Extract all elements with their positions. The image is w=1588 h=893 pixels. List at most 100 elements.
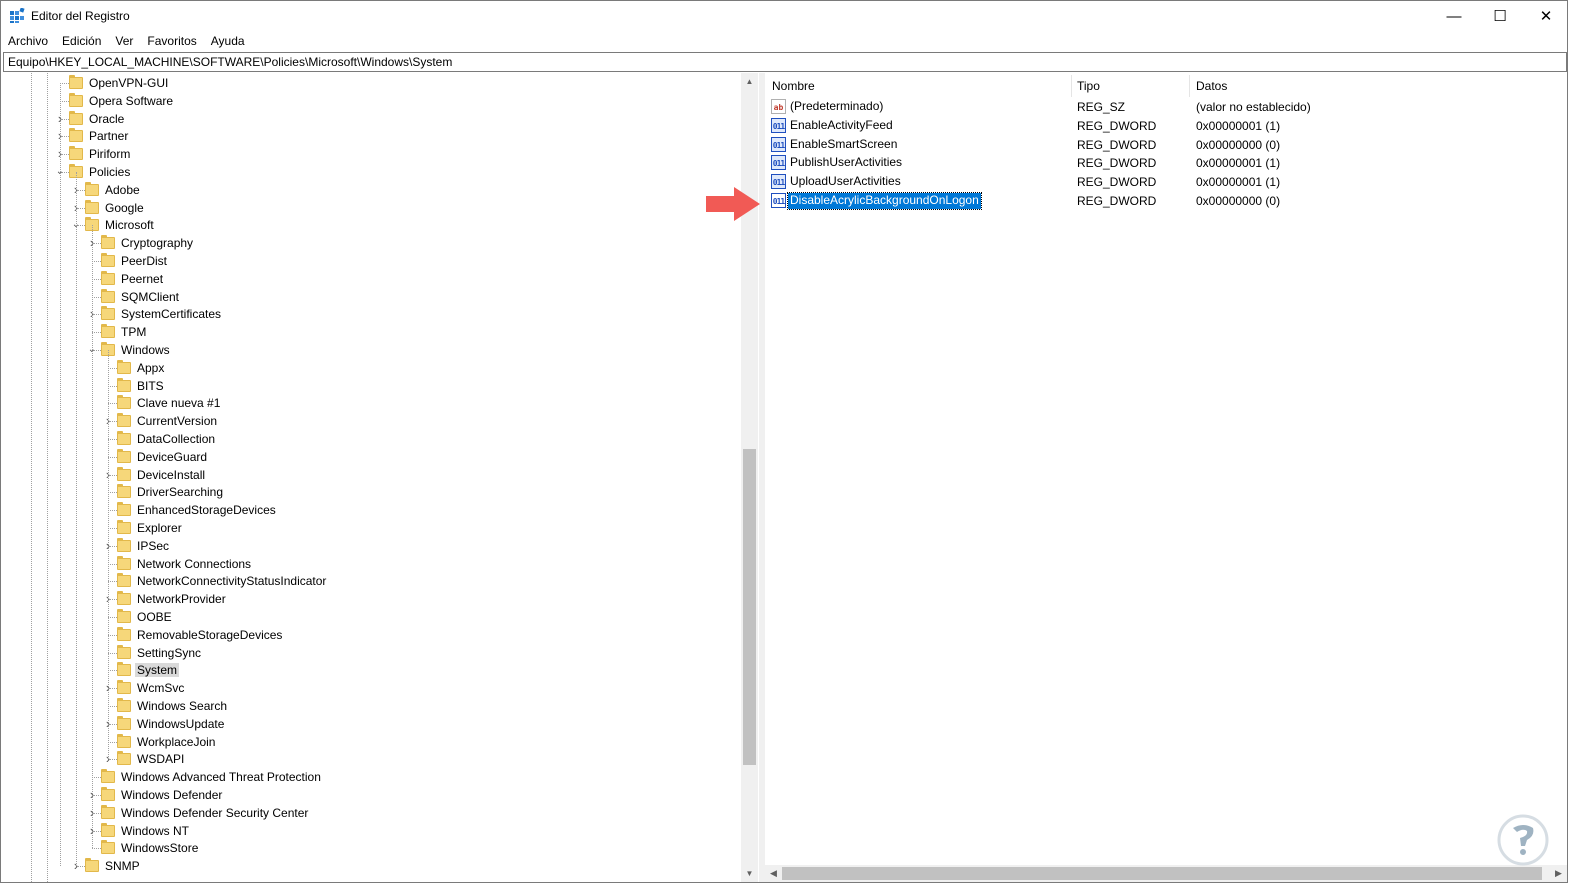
folder-icon <box>117 609 131 623</box>
tree-item[interactable]: Opera Software <box>69 92 175 110</box>
value-name: PublishUserActivities <box>790 155 903 170</box>
scroll-up-icon[interactable]: ▲ <box>741 73 758 90</box>
tree-guide-line <box>108 706 117 707</box>
tree-item-label: Appx <box>137 360 165 375</box>
tree-item[interactable]: Peernet <box>101 270 165 288</box>
tree-item[interactable]: NetworkConnectivityStatusIndicator <box>117 572 328 590</box>
tree-item[interactable]: DeviceInstall <box>117 466 207 484</box>
folder-icon <box>117 431 131 445</box>
tree-item[interactable]: Microsoft <box>85 216 156 234</box>
tree-item[interactable]: Network Connections <box>117 555 253 573</box>
folder-icon <box>117 733 131 748</box>
address-bar[interactable]: Equipo\HKEY_LOCAL_MACHINE\SOFTWARE\Polic… <box>3 52 1567 72</box>
tree-item[interactable]: SettingSync <box>117 644 203 662</box>
tree-item[interactable]: EnhancedStorageDevices <box>117 501 278 519</box>
tree-item[interactable]: Windows Defender Security Center <box>101 804 310 822</box>
maximize-icon: ☐ <box>1493 8 1507 25</box>
tree-item[interactable]: WindowsStore <box>101 839 200 857</box>
tree-item[interactable]: Policies <box>69 163 132 181</box>
column-header-nombre[interactable]: Nombre <box>772 79 815 93</box>
tree-item[interactable]: DeviceGuard <box>117 448 209 466</box>
close-button[interactable]: ✕ <box>1523 1 1569 31</box>
list-horizontal-scrollbar[interactable]: ◀ ▶ <box>765 865 1567 882</box>
column-header-tipo[interactable]: Tipo <box>1077 79 1100 93</box>
value-row[interactable]: 011 EnableSmartScreen REG_DWORD 0x00000000 … <box>765 136 1567 154</box>
value-data: 0x00000001 (1) <box>1196 118 1281 133</box>
maximize-button[interactable]: ☐ <box>1477 1 1523 31</box>
tree-item[interactable]: Windows Defender <box>101 786 224 804</box>
tree-item[interactable]: RemovableStorageDevices <box>117 626 284 644</box>
tree-guide-line <box>108 617 117 618</box>
column-divider[interactable] <box>1071 75 1072 97</box>
tree-guide-line <box>108 563 117 565</box>
scroll-down-icon[interactable]: ▼ <box>741 865 758 882</box>
tree-item[interactable]: IPSec <box>117 537 171 555</box>
tree-item[interactable]: DriverSearching <box>117 483 225 501</box>
tree-item[interactable]: OpenVPN-GUI <box>69 74 170 92</box>
tree-item[interactable]: TPM <box>101 323 148 341</box>
tree-item-label: IPSec <box>137 538 170 553</box>
folder-icon <box>101 324 115 339</box>
folder-icon <box>101 840 115 855</box>
tree-item[interactable]: WcmSvc <box>117 679 186 697</box>
tree-item[interactable]: Windows Search <box>117 697 229 715</box>
tree-item-label: RemovableStorageDevices <box>137 627 283 642</box>
scroll-right-icon[interactable]: ▶ <box>1550 865 1567 882</box>
tree-item[interactable]: Oracle <box>69 110 126 128</box>
menu-favoritos[interactable]: Favoritos <box>140 32 203 52</box>
column-header-datos[interactable]: Datos <box>1196 79 1227 93</box>
tree-item[interactable]: Cryptography <box>101 234 195 252</box>
key-tree[interactable]: OpenVPN-GUI Opera Software › Oracle › Partner… <box>3 73 759 882</box>
tree-item[interactable]: OOBE <box>117 608 174 626</box>
tree-item[interactable]: System <box>117 661 180 679</box>
tree-item[interactable]: Windows NT <box>101 822 191 840</box>
tree-item[interactable]: Google <box>85 199 146 217</box>
tree-item[interactable]: CurrentVersion <box>117 412 219 430</box>
menu-edicion[interactable]: Edición <box>55 32 108 52</box>
tree-item[interactable]: Partner <box>69 127 130 145</box>
tree-item[interactable]: Windows <box>101 341 172 359</box>
folder-icon <box>69 146 83 161</box>
tree-item[interactable]: PeerDist <box>101 252 169 270</box>
pointer-arrow-icon <box>706 187 760 221</box>
scroll-left-icon[interactable]: ◀ <box>765 865 782 882</box>
minimize-button[interactable]: — <box>1431 1 1477 31</box>
tree-item[interactable]: Explorer <box>117 519 184 537</box>
tree-item[interactable]: DataCollection <box>117 430 217 448</box>
value-row[interactable]: 011 DisableAcrylicBackgroundOnLogon REG_DW… <box>765 192 1567 210</box>
tree-item-label: TPM <box>121 325 147 340</box>
value-name: EnableSmartScreen <box>790 136 898 151</box>
scroll-thumb[interactable] <box>782 867 1542 880</box>
tree-item[interactable]: SystemCertificates <box>101 305 223 323</box>
tree-item[interactable]: WorkplaceJoin <box>117 733 217 751</box>
tree-item[interactable]: Clave nueva #1 <box>117 394 222 412</box>
menu-ver[interactable]: Ver <box>108 32 140 52</box>
value-row[interactable]: 011 UploadUserActivities REG_DWORD 0x000000… <box>765 173 1567 191</box>
tree-guide-line <box>108 403 117 405</box>
folder-icon <box>117 484 131 499</box>
tree-item[interactable]: SNMP <box>85 857 142 875</box>
tree-item[interactable]: BITS <box>117 377 166 395</box>
column-divider[interactable] <box>1189 75 1190 97</box>
tree-item[interactable]: Appx <box>117 359 166 377</box>
tree-item[interactable]: Adobe <box>85 181 142 199</box>
value-row[interactable]: 011 EnableActivityFeed REG_DWORD 0x00000001… <box>765 117 1567 135</box>
tree-item-label: WindowsStore <box>121 841 199 856</box>
value-row[interactable]: ab (Predeterminado) REG_SZ (valor no establ… <box>765 98 1567 116</box>
tree-item[interactable]: NetworkProvider <box>117 590 228 608</box>
scroll-thumb[interactable] <box>743 449 756 765</box>
value-row[interactable]: 011 PublishUserActivities REG_DWORD 0x00000… <box>765 154 1567 172</box>
menu-ayuda[interactable]: Ayuda <box>204 32 252 52</box>
tree-item[interactable]: Windows Advanced Threat Protection <box>101 768 323 786</box>
tree-item[interactable]: Piriform <box>69 145 132 163</box>
values-list[interactable]: Nombre Tipo Datos ab (Predeterminado) REG_… <box>765 73 1567 882</box>
value-name: UploadUserActivities <box>790 174 901 189</box>
binary-value-icon: 011 <box>771 117 786 133</box>
tree-item-label: DeviceInstall <box>137 467 206 482</box>
tree-item-label: Windows NT <box>121 823 190 838</box>
tree-item-label: Piriform <box>89 147 131 162</box>
tree-item[interactable]: SQMClient <box>101 288 181 306</box>
tree-item[interactable]: WSDAPI <box>117 750 186 768</box>
tree-item[interactable]: WindowsUpdate <box>117 715 226 733</box>
menu-archivo[interactable]: Archivo <box>1 32 55 52</box>
